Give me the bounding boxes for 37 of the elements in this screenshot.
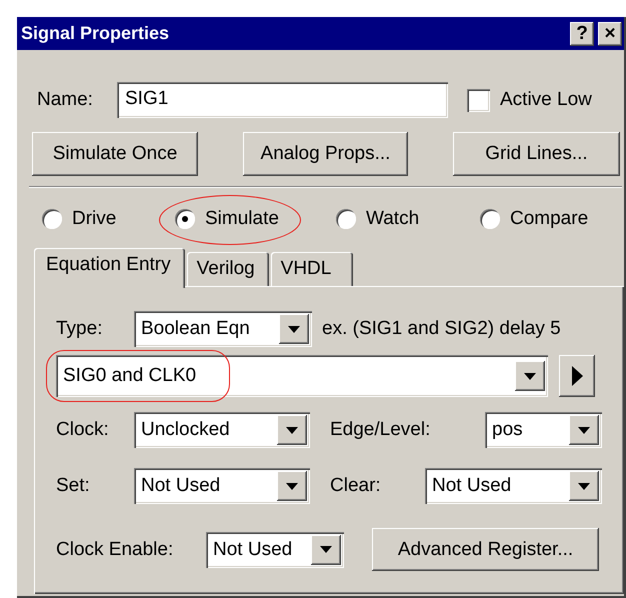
equation-field[interactable]: SIG0 and CLK0 [56,355,548,397]
radio-button[interactable] [480,209,500,229]
dialog-button[interactable]: Grid Lines... [453,132,620,176]
window-title: Signal Properties [21,23,170,44]
radio-label: Simulate [205,208,279,230]
hint-text: ex. (SIG1 and SIG2) delay 5 [322,318,561,340]
dropdown[interactable]: Not Used [134,468,310,504]
type-label: Type: [56,318,104,340]
field-label: Clear: [330,475,381,497]
dialog-button[interactable]: Analog Props... [243,132,408,176]
tab[interactable]: VHDL [270,252,353,286]
dropdown[interactable]: pos [485,412,602,448]
play-button[interactable] [559,355,595,397]
checkbox-label: Active Low [500,89,592,111]
field-label: Edge/Level: [330,419,430,441]
dropdown[interactable]: Not Used [206,532,344,568]
radio-button[interactable] [42,209,62,229]
advanced-register-button[interactable]: Advanced Register... [372,528,599,571]
radio-button[interactable] [336,209,356,229]
radio-label: Watch [366,208,420,230]
radio-label: Drive [72,208,116,230]
radio-button[interactable] [175,209,195,229]
field-label: Clock Enable: [56,538,174,560]
name-label: Name: [37,89,94,111]
dialog-button[interactable]: Simulate Once [32,132,198,176]
field-label: Set: [56,475,91,497]
checkbox[interactable] [467,88,490,112]
help-button[interactable]: ? [570,22,594,46]
radio-label: Compare [510,208,588,230]
name-field[interactable]: SIG1 [117,82,448,118]
tab[interactable]: Verilog [186,252,269,286]
type-dropdown[interactable]: Boolean Eqn [134,311,312,347]
field-label: Clock: [56,419,110,441]
tab[interactable]: Equation Entry [34,248,185,288]
close-button[interactable]: × [598,22,622,46]
dropdown[interactable]: Not Used [425,468,602,504]
dropdown[interactable]: Unclocked [134,412,310,448]
